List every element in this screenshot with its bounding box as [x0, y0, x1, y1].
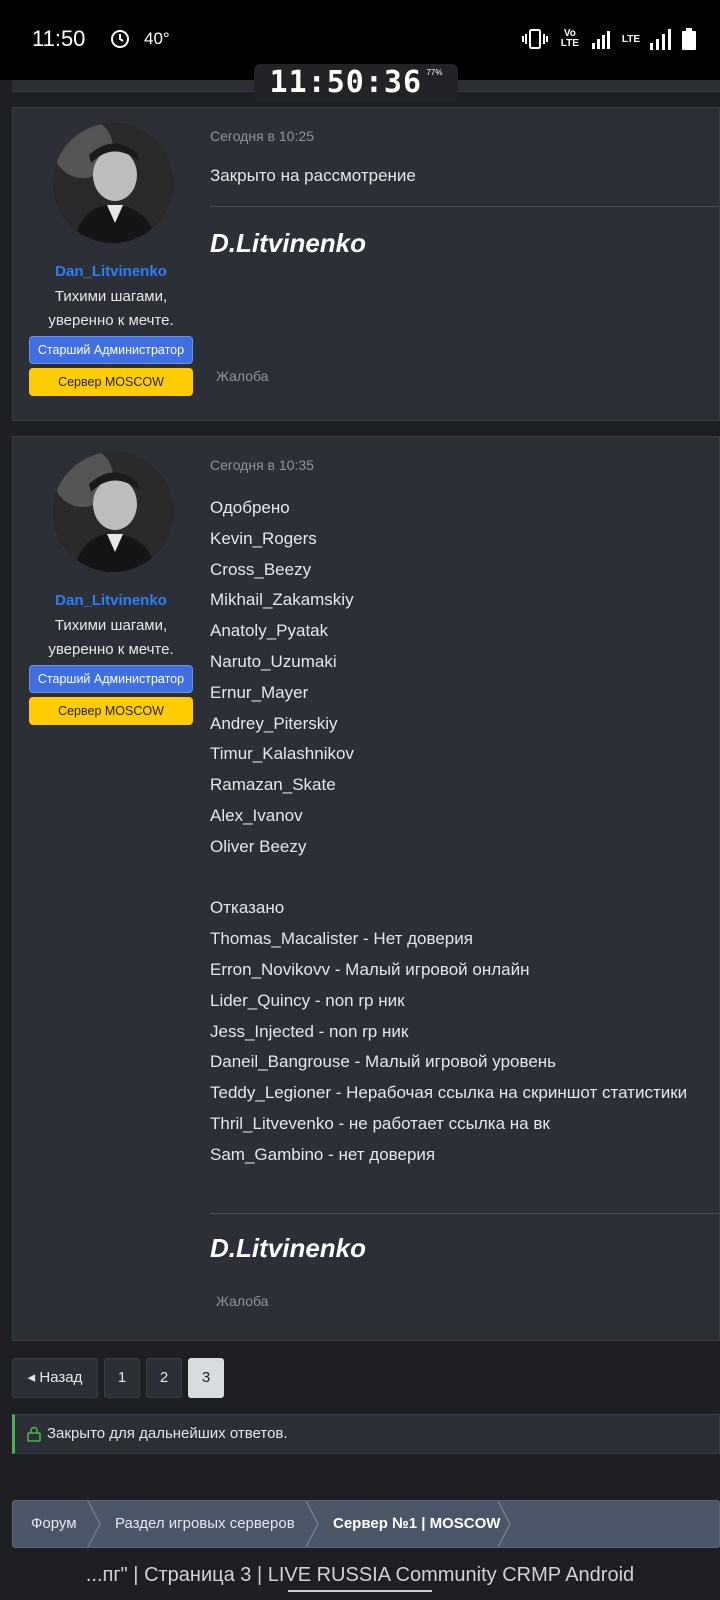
floating-clock-battery: 77%	[426, 68, 443, 77]
floating-clock-time: 11:50:36	[269, 65, 423, 100]
lock-icon	[27, 1426, 41, 1442]
signal-icon	[591, 27, 612, 51]
content-line: Ernur_Mayer	[210, 682, 309, 702]
breadcrumb-item-server-moscow[interactable]: Сервер №1 | MOSCOW	[333, 1501, 500, 1547]
page-title-footer: ...пг" | Страница 3 | LIVE RUSSIA Commun…	[85, 1564, 635, 1586]
pagination-prev-button[interactable]: ◂ Назад	[12, 1358, 98, 1398]
user-title: Тихими шагами, уверенно к мечте.	[48, 617, 174, 658]
vibrate-icon	[521, 27, 548, 51]
content-line: Naruto_Uzumaki	[210, 651, 337, 671]
content-line: Kevin_Rogers	[210, 528, 317, 548]
signature-divider	[210, 1213, 719, 1214]
server-badge: Сервер MOSCOW	[29, 697, 193, 725]
avatar[interactable]	[53, 123, 173, 243]
rank-badge: Старший Администратор	[29, 336, 193, 364]
home-indicator	[288, 1590, 432, 1592]
content-line: Ramazan_Skate	[210, 775, 336, 795]
content-line: Sam_Gambino - нет доверия	[210, 1144, 436, 1164]
post-signature: D.Litvinenko	[210, 228, 367, 258]
floating-clock-overlay: 11:50:36 77%	[254, 64, 458, 102]
alarm-clock-icon	[111, 30, 129, 48]
avatar-image	[53, 452, 173, 572]
battery-icon	[682, 27, 696, 51]
content-line: Lider_Quincy - non rp ник	[210, 990, 405, 1010]
pagination-page-3-current[interactable]: 3	[188, 1358, 224, 1398]
forum-post: Dan_Litvinenko Тихими шагами, уверенно к…	[12, 436, 720, 1341]
thread-closed-notice: Закрыто для дальнейших ответов.	[12, 1414, 720, 1454]
post-signature: D.Litvinenko	[210, 1233, 367, 1263]
content-line: Erron_Novikovv - Малый игровой онлайн	[210, 959, 530, 979]
breadcrumb: Форум Раздел игровых серверов Сервер №1 …	[12, 1500, 720, 1548]
content-line: Teddy_Legioner - Нерабочая ссылка на скр…	[210, 1083, 688, 1103]
status-temperature: 40°	[144, 29, 170, 48]
content-line: Timur_Kalashnikov	[210, 744, 354, 764]
breadcrumb-chevron-icon	[497, 1501, 511, 1547]
status-icons: Vo LTE LTE	[521, 27, 696, 51]
content-line: Thomas_Macalister - Нет доверия	[210, 929, 473, 949]
volte-icon: Vo LTE	[560, 28, 579, 49]
content-line: Jess_Injected - non rp ник	[210, 1021, 409, 1041]
server-badge: Сервер MOSCOW	[29, 368, 193, 396]
user-title: Тихими шагами, уверенно к мечте.	[48, 288, 174, 329]
breadcrumb-chevron-icon	[305, 1501, 319, 1547]
breadcrumb-item-forum[interactable]: Форум	[31, 1501, 77, 1547]
post-author[interactable]: Dan_Litvinenko	[29, 263, 193, 280]
content-line: Cross_Beezy	[210, 559, 312, 579]
content-line: Anatoly_Pyatak	[210, 621, 329, 641]
post-content: Одобрено Kevin_Rogers Cross_Beezy Mikhail_Z…	[210, 493, 687, 1171]
content-line: Alex_Ivanov	[210, 805, 303, 825]
breadcrumb-item-game-servers[interactable]: Раздел игровых серверов	[115, 1501, 295, 1547]
post-author[interactable]: Dan_Litvinenko	[29, 592, 193, 609]
content-line: Thril_Litvevenko - не работает ссылка на…	[210, 1113, 550, 1133]
post-date[interactable]: Сегодня в 10:25	[210, 128, 314, 144]
content-line: Одобрено	[210, 498, 290, 517]
status-time: 11:50	[32, 26, 86, 51]
thread-closed-text: Закрыто для дальнейших ответов.	[47, 1425, 288, 1442]
avatar[interactable]	[53, 452, 173, 572]
content-line: Mikhail_Zakamskiy	[210, 590, 354, 610]
signature-divider	[210, 206, 719, 207]
post-content: Закрыто на рассмотрение	[210, 166, 416, 185]
avatar-image	[53, 123, 173, 243]
content-line: Andrey_Piterskiy	[210, 713, 338, 733]
report-link[interactable]: Жалоба	[216, 1293, 268, 1309]
content-line	[210, 863, 687, 894]
content-line: Daneil_Bangrouse - Малый игровой уровень	[210, 1052, 557, 1072]
pagination-page-2[interactable]: 2	[146, 1358, 182, 1398]
report-link[interactable]: Жалоба	[216, 368, 268, 384]
rank-badge: Старший Администратор	[29, 665, 193, 693]
breadcrumb-chevron-icon	[87, 1501, 101, 1547]
lte-icon: LTE	[621, 33, 640, 45]
forum-post: Dan_Litvinenko Тихими шагами, уверенно к…	[12, 107, 720, 421]
signal-icon-2	[650, 27, 672, 51]
post-date[interactable]: Сегодня в 10:35	[210, 457, 314, 473]
content-line: Отказано	[210, 898, 285, 918]
pagination-page-1[interactable]: 1	[104, 1358, 140, 1398]
content-line: Oliver Beezy	[210, 836, 307, 856]
